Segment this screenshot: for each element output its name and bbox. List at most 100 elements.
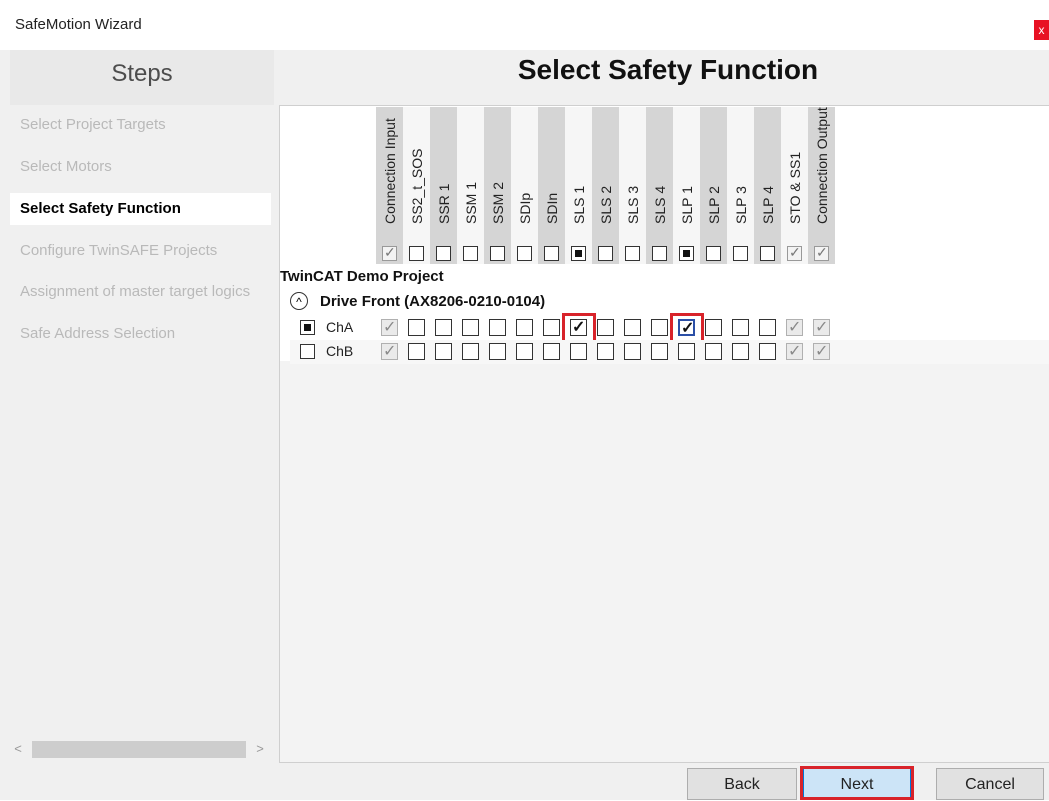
safety-function-checkbox[interactable] [543, 343, 560, 360]
safety-function-checkbox [786, 341, 803, 361]
scrollbar-thumb[interactable] [32, 741, 246, 758]
column-header: SLS 2 [592, 110, 619, 240]
safety-function-checkbox[interactable] [597, 343, 614, 360]
column-header: SSM 1 [457, 110, 484, 240]
column-header: SLP 3 [727, 110, 754, 240]
channel-label: ChA [326, 319, 354, 335]
column-header: SS2_t_SOS [403, 110, 430, 240]
scroll-left-icon[interactable]: < [10, 740, 26, 758]
scroll-right-icon[interactable]: > [252, 740, 268, 758]
safety-function-checkbox[interactable] [705, 343, 722, 360]
column-header: SLS 1 [565, 110, 592, 240]
safety-function-checkbox[interactable] [651, 343, 668, 360]
column-header: Connection Input [376, 110, 403, 240]
column-header-label: STO & SS1 [786, 151, 803, 224]
column-header-label: SSR 1 [435, 183, 452, 224]
safety-function-checkbox[interactable] [624, 319, 641, 336]
safety-function-checkbox[interactable] [489, 343, 506, 360]
safety-function-checkbox[interactable] [516, 343, 533, 360]
column-select-checkbox[interactable] [760, 246, 775, 261]
column-header: SLS 4 [646, 110, 673, 240]
safety-function-checkbox[interactable] [732, 319, 749, 336]
column-header: STO & SS1 [781, 110, 808, 240]
safety-function-checkbox[interactable] [759, 343, 776, 360]
safety-function-checkbox[interactable] [516, 319, 533, 336]
safety-function-checkbox[interactable] [624, 343, 641, 360]
column-header: SSM 2 [484, 110, 511, 240]
safety-function-checkbox[interactable] [462, 319, 479, 336]
column-select-checkbox[interactable] [436, 246, 451, 261]
safety-function-checkbox[interactable] [408, 319, 425, 336]
cancel-button[interactable]: Cancel [936, 768, 1044, 800]
safety-function-checkbox[interactable] [435, 343, 452, 360]
steps-header: Steps [10, 50, 274, 105]
safety-function-checkbox[interactable] [678, 343, 695, 360]
column-header: SLP 4 [754, 110, 781, 240]
safety-function-checkbox[interactable] [651, 319, 668, 336]
step-item[interactable]: Configure TwinSAFE Projects [10, 235, 271, 267]
column-select-checkbox[interactable] [382, 244, 397, 261]
safety-function-checkbox [786, 317, 803, 337]
back-button[interactable]: Back [687, 768, 797, 800]
column-header-label: SLP 1 [678, 186, 695, 224]
close-button[interactable]: x [1034, 20, 1049, 40]
column-select-checkbox[interactable] [625, 246, 640, 261]
column-header: SDIp [511, 110, 538, 240]
column-select-checkbox[interactable] [571, 246, 586, 261]
selection-highlight [562, 313, 596, 343]
step-item[interactable]: Select Project Targets [10, 109, 271, 141]
grid-empty-area [279, 361, 1049, 763]
safety-function-checkbox[interactable] [597, 319, 614, 336]
safety-function-checkbox[interactable] [435, 319, 452, 336]
column-select-checkbox[interactable] [706, 246, 721, 261]
column-header: SLP 2 [700, 110, 727, 240]
column-header: SDIn [538, 110, 565, 240]
channel-select-checkbox[interactable] [300, 320, 315, 335]
selection-highlight [670, 313, 704, 343]
steps-heading: Steps [111, 60, 173, 87]
channel-label: ChB [326, 343, 354, 359]
step-item[interactable]: Select Motors [10, 151, 271, 183]
safety-function-checkbox[interactable] [489, 319, 506, 336]
column-select-checkbox[interactable] [814, 244, 829, 261]
column-header: SSR 1 [430, 110, 457, 240]
page-title: Select Safety Function [517, 54, 819, 85]
safety-function-checkbox[interactable] [462, 343, 479, 360]
column-header-label: SLP 3 [732, 186, 749, 224]
title-bar: SafeMotion Wizard x [0, 0, 1049, 50]
column-select-checkbox[interactable] [544, 246, 559, 261]
window-title: SafeMotion Wizard [15, 16, 142, 33]
safety-function-checkbox[interactable] [543, 319, 560, 336]
collapse-chevron-icon[interactable]: ^ [290, 292, 308, 310]
column-header-label: SLS 1 [570, 185, 587, 224]
column-header-label: SDIp [516, 192, 533, 224]
column-select-checkbox[interactable] [787, 244, 802, 261]
column-header-label: Connection Output [813, 107, 830, 224]
safety-function-checkbox[interactable] [705, 319, 722, 336]
column-header-label: SSM 2 [489, 181, 506, 224]
step-item[interactable]: Safe Address Selection [10, 318, 271, 350]
column-select-checkbox[interactable] [490, 246, 505, 261]
channel-select-checkbox[interactable] [300, 344, 315, 359]
step-item[interactable]: Assignment of master target logics [10, 276, 271, 308]
column-select-checkbox[interactable] [517, 246, 532, 261]
column-select-checkbox[interactable] [463, 246, 478, 261]
safety-function-checkbox[interactable] [570, 343, 587, 360]
column-select-checkbox[interactable] [733, 246, 748, 261]
column-select-checkbox[interactable] [598, 246, 613, 261]
step-item[interactable]: Select Safety Function [10, 193, 271, 225]
column-header-label: Connection Input [381, 118, 398, 224]
column-header: SLS 3 [619, 110, 646, 240]
column-header-label: SLS 4 [651, 185, 668, 224]
column-select-checkbox[interactable] [652, 246, 667, 261]
safety-function-checkbox[interactable] [408, 343, 425, 360]
column-select-checkbox[interactable] [679, 246, 694, 261]
safety-function-checkbox [813, 317, 830, 337]
safety-function-checkbox[interactable] [759, 319, 776, 336]
project-label: TwinCAT Demo Project [280, 268, 444, 285]
next-button-highlight [800, 766, 914, 800]
column-header: Connection Output [808, 107, 835, 240]
safety-function-checkbox[interactable] [732, 343, 749, 360]
column-select-checkbox[interactable] [409, 246, 424, 261]
column-header-label: SLS 2 [597, 185, 614, 224]
